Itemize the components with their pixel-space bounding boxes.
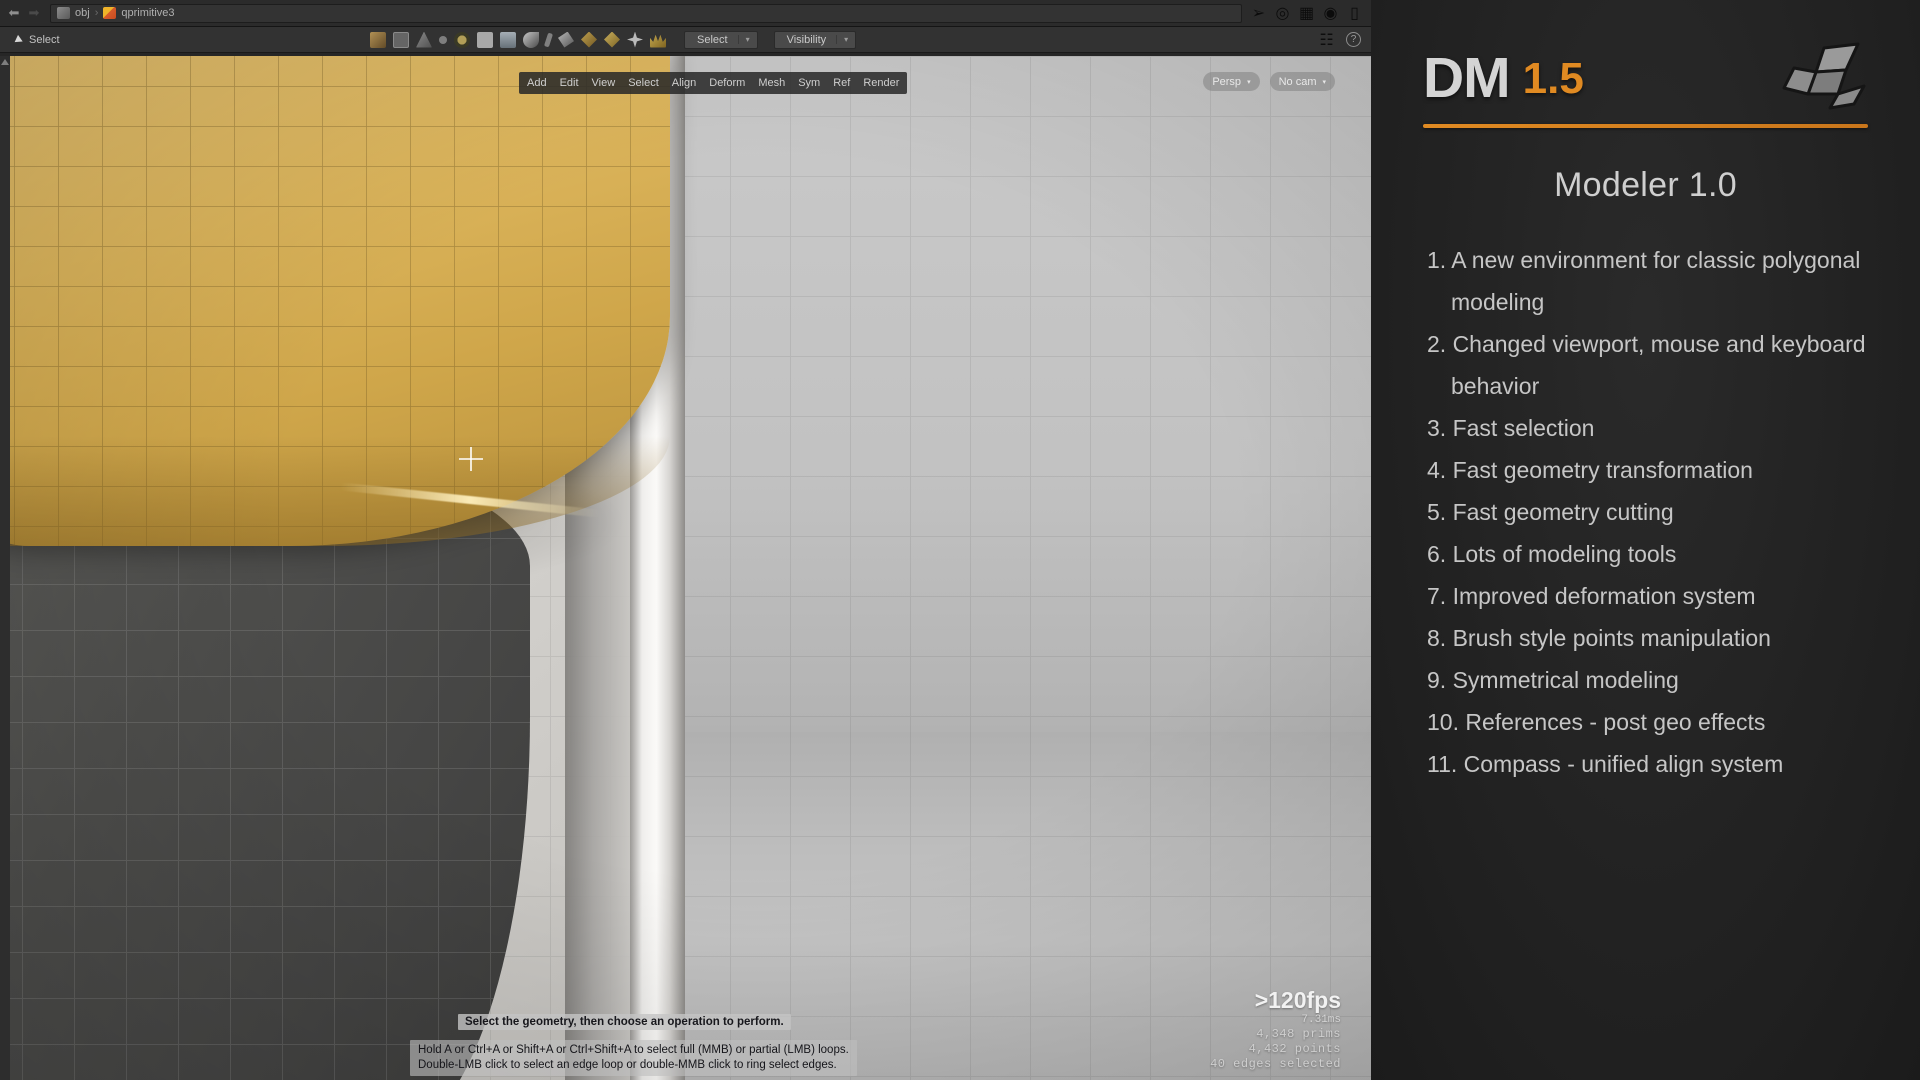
screen: ⬅ ➡ obj › qprimitive3 ➢ ◎ ▦ ◉ ▯ Select S… [0, 0, 1920, 1080]
feature-list-item: 7. Improved deformation system [1427, 583, 1756, 609]
feature-list-item: 3. Fast selection [1427, 415, 1595, 441]
viewport-menu-sym[interactable]: Sym [798, 77, 820, 89]
feature-list-item: 11. Compass - unified align system [1427, 751, 1784, 777]
forward-arrow-icon[interactable]: ➡ [24, 4, 44, 22]
viewport-menu-mesh[interactable]: Mesh [758, 77, 785, 89]
back-arrow-icon[interactable]: ⬅ [4, 4, 24, 22]
viewport-canvas[interactable] [10, 56, 1371, 1080]
geometry-node-icon [103, 7, 117, 19]
product-logo-version: 1.5 [1522, 53, 1584, 103]
obj-network-icon [57, 7, 70, 19]
quad-diamond-logo-icon [1780, 42, 1868, 115]
chevron-down-icon: ▾ [1322, 78, 1326, 86]
slide-header: DM 1.5 [1371, 0, 1920, 116]
modeling-application: ⬅ ➡ obj › qprimitive3 ➢ ◎ ▦ ◉ ▯ Select S… [0, 0, 1371, 1080]
plane-icon[interactable] [393, 31, 409, 48]
tool-icon-group [370, 31, 666, 48]
presentation-slide: DM 1.5 Modeler 1.0 1. A new environment … [1371, 0, 1920, 1080]
viewport-menu-deform[interactable]: Deform [709, 77, 745, 89]
blob-icon[interactable] [523, 31, 539, 48]
active-tool-indicator: Select [0, 34, 370, 46]
feature-list: 1. A new environment for classic polygon… [1371, 239, 1920, 785]
chevron-down-icon: ▾ [836, 35, 855, 44]
status-help-line-2: Double-LMB click to select an edge loop … [418, 1059, 837, 1071]
feature-list-item: 6. Lots of modeling tools [1427, 541, 1677, 567]
breadcrumb-separator: › [94, 7, 99, 19]
crown-icon[interactable] [650, 34, 666, 48]
path-input[interactable]: obj › qprimitive3 [50, 3, 1242, 23]
visibility-dropdown[interactable]: Visibility ▾ [773, 30, 857, 49]
points-readout: 4,432 points [1248, 1042, 1341, 1056]
product-logo-name: DM [1423, 45, 1511, 110]
status-prompt: Select the geometry, then choose an oper… [458, 1014, 791, 1030]
viewport-menu-render[interactable]: Render [863, 77, 899, 89]
toolbar-right-actions: ☷ ? [1318, 31, 1371, 49]
tree-view-icon[interactable]: ☷ [1318, 31, 1335, 49]
point-icon[interactable] [439, 35, 447, 44]
diamond-icon[interactable] [581, 31, 597, 48]
viewport-3d[interactable]: Add Edit View Select Align Deform Mesh S… [10, 56, 1371, 1080]
feature-list-item: 10. References - post geo effects [1427, 709, 1766, 735]
active-tool-label: Select [29, 33, 60, 46]
viewport-scroll-rail[interactable] [0, 56, 10, 1080]
feature-list-item: 8. Brush style points manipulation [1427, 625, 1771, 651]
knife-icon[interactable] [543, 32, 554, 47]
viewport-menu-bar: Add Edit View Select Align Deform Mesh S… [519, 72, 908, 94]
target-icon[interactable]: ◎ [1274, 5, 1291, 22]
help-icon[interactable]: ? [1346, 32, 1361, 47]
viewport-menu-add[interactable]: Add [527, 77, 547, 89]
accent-divider [1423, 124, 1868, 128]
status-help-line-1: Hold A or Ctrl+A or Shift+A or Ctrl+Shif… [418, 1044, 849, 1056]
sphere-icon[interactable] [454, 31, 470, 48]
breadcrumb-node[interactable]: qprimitive3 [121, 7, 174, 19]
card-icon[interactable] [500, 31, 516, 48]
list-icon[interactable] [477, 31, 493, 48]
prims-readout: 4,348 prims [1256, 1027, 1341, 1041]
camera-selector-chip[interactable]: No cam ▾ [1269, 72, 1335, 91]
viewport-menu-view[interactable]: View [592, 77, 616, 89]
cursor-arrow-icon [14, 34, 25, 45]
tool-toolbar: Select Select ▾ Visibility ▾ ☷ ? [0, 27, 1371, 53]
frametime-readout: 7.31ms [1301, 1014, 1341, 1026]
viewport-menu-select[interactable]: Select [628, 77, 659, 89]
bend-icon[interactable] [558, 31, 574, 48]
chevron-down-icon: ▾ [1247, 78, 1251, 86]
crosshair-cursor-icon [459, 447, 483, 471]
selection-readout: 40 edges selected [1210, 1057, 1341, 1071]
chevron-down-icon: ▾ [737, 35, 757, 44]
feature-list-item: 9. Symmetrical modeling [1427, 667, 1679, 693]
pin-icon[interactable]: ➢ [1250, 5, 1267, 22]
cone-icon[interactable] [416, 31, 432, 48]
paint-icon[interactable] [370, 31, 386, 48]
scroll-up-icon[interactable] [1, 59, 9, 65]
status-help: Hold A or Ctrl+A or Shift+A or Ctrl+Shif… [410, 1040, 857, 1076]
feature-list-item: 1. A new environment for classic polygon… [1427, 247, 1861, 315]
camera-selector-label: No cam [1278, 75, 1317, 88]
breadcrumb-root[interactable]: obj [75, 7, 90, 19]
feature-list-item: 4. Fast geometry transformation [1427, 457, 1753, 483]
camera-projection-label: Persp [1212, 75, 1242, 88]
feature-list-item: 2. Changed viewport, mouse and keyboard … [1427, 331, 1866, 399]
feature-list-item: 5. Fast geometry cutting [1427, 499, 1674, 525]
viewport-menu-edit[interactable]: Edit [560, 77, 579, 89]
camera-projection-chip[interactable]: Persp ▾ [1203, 72, 1260, 91]
path-toolbar-actions: ➢ ◎ ▦ ◉ ▯ [1242, 5, 1367, 22]
cube-display-icon[interactable]: ▦ [1298, 5, 1315, 22]
material-icon[interactable]: ◉ [1322, 5, 1339, 22]
fps-readout: >120fps [1254, 987, 1341, 1013]
select-mode-dropdown[interactable]: Select ▾ [684, 30, 758, 49]
viewport-menu-ref[interactable]: Ref [833, 77, 850, 89]
viewport-chip-group: Persp ▾ No cam ▾ [1203, 72, 1335, 91]
sparkle-icon[interactable] [627, 31, 643, 48]
viewport-menu-align[interactable]: Align [672, 77, 696, 89]
visibility-value: Visibility [786, 33, 827, 46]
path-toolbar: ⬅ ➡ obj › qprimitive3 ➢ ◎ ▦ ◉ ▯ [0, 0, 1371, 27]
panel-icon[interactable]: ▯ [1346, 5, 1363, 22]
viewport-stats-overlay: >120fps 7.31ms 4,348 prims 4,432 points … [1210, 987, 1341, 1072]
slide-title: Modeler 1.0 [1554, 166, 1737, 204]
diamond-alt-icon[interactable] [604, 31, 620, 48]
select-mode-value: Select [697, 33, 728, 46]
